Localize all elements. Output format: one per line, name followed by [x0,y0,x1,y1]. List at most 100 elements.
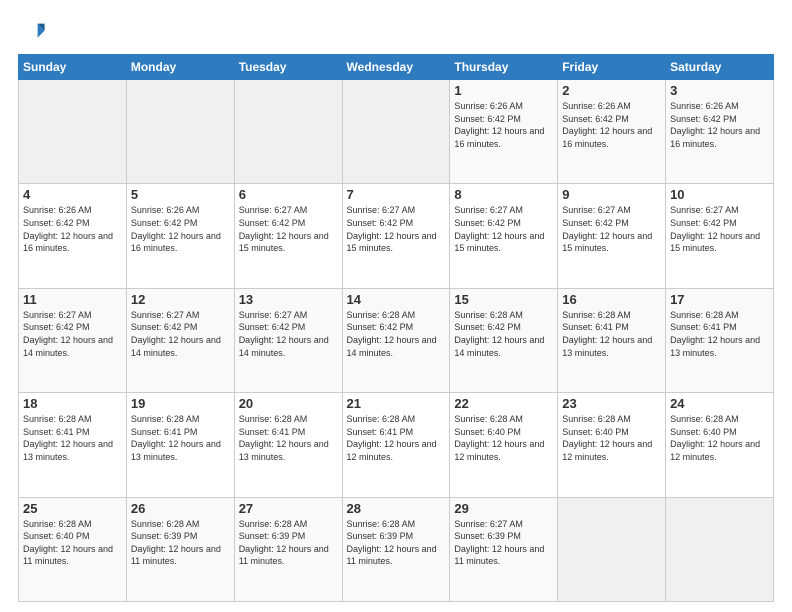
day-info: Sunrise: 6:26 AM Sunset: 6:42 PM Dayligh… [454,100,553,150]
day-number: 4 [23,187,122,202]
day-number: 16 [562,292,661,307]
day-info: Sunrise: 6:28 AM Sunset: 6:41 PM Dayligh… [131,413,230,463]
day-number: 3 [670,83,769,98]
day-info: Sunrise: 6:28 AM Sunset: 6:41 PM Dayligh… [239,413,338,463]
calendar-cell: 13Sunrise: 6:27 AM Sunset: 6:42 PM Dayli… [234,288,342,392]
calendar-cell [558,497,666,601]
day-number: 19 [131,396,230,411]
calendar-cell: 9Sunrise: 6:27 AM Sunset: 6:42 PM Daylig… [558,184,666,288]
calendar-week-row: 4 Sunrise: 6:26 AM Sunset: 6:42 PM Daylig… [19,184,774,288]
day-info: Sunrise: 6:28 AM Sunset: 6:40 PM Dayligh… [562,413,661,463]
day-info: Sunrise: 6:27 AM Sunset: 6:42 PM Dayligh… [454,204,553,254]
calendar-cell [234,80,342,184]
calendar-cell: 25Sunrise: 6:28 AM Sunset: 6:40 PM Dayli… [19,497,127,601]
day-info: Sunrise: 6:28 AM Sunset: 6:39 PM Dayligh… [347,518,446,568]
day-info: Sunrise: 6:28 AM Sunset: 6:40 PM Dayligh… [454,413,553,463]
calendar-cell: 29 Sunrise: 6:27 AM Sunset: 6:39 PM Dayli… [450,497,558,601]
day-info: Sunrise: 6:26 AM Sunset: 6:42 PM Dayligh… [23,204,122,254]
day-info: Sunrise: 6:27 AM Sunset: 6:42 PM Dayligh… [23,309,122,359]
day-info: Sunrise: 6:27 AM Sunset: 6:39 PM Dayligh… [454,518,553,568]
day-number: 7 [347,187,446,202]
day-number: 5 [131,187,230,202]
calendar-header-sunday: Sunday [19,55,127,80]
day-info: Sunrise: 6:28 AM Sunset: 6:41 PM Dayligh… [562,309,661,359]
calendar-cell [666,497,774,601]
calendar-header-row: SundayMondayTuesdayWednesdayThursdayFrid… [19,55,774,80]
day-info: Sunrise: 6:26 AM Sunset: 6:42 PM Dayligh… [131,204,230,254]
logo [18,18,50,46]
day-number: 26 [131,501,230,516]
day-number: 23 [562,396,661,411]
day-info: Sunrise: 6:28 AM Sunset: 6:39 PM Dayligh… [239,518,338,568]
calendar-cell: 15 Sunrise: 6:28 AM Sunset: 6:42 PM Dayli… [450,288,558,392]
calendar-cell: 17 Sunrise: 6:28 AM Sunset: 6:41 PM Dayli… [666,288,774,392]
generalblue-icon [18,18,46,46]
day-info: Sunrise: 6:28 AM Sunset: 6:41 PM Dayligh… [347,413,446,463]
calendar-cell: 26 Sunrise: 6:28 AM Sunset: 6:39 PM Dayli… [126,497,234,601]
calendar-header-friday: Friday [558,55,666,80]
calendar-header-wednesday: Wednesday [342,55,450,80]
day-info: Sunrise: 6:28 AM Sunset: 6:41 PM Dayligh… [670,309,769,359]
day-number: 6 [239,187,338,202]
day-info: Sunrise: 6:27 AM Sunset: 6:42 PM Dayligh… [131,309,230,359]
day-info: Sunrise: 6:28 AM Sunset: 6:42 PM Dayligh… [454,309,553,359]
day-number: 24 [670,396,769,411]
calendar-cell: 21 Sunrise: 6:28 AM Sunset: 6:41 PM Dayli… [342,393,450,497]
day-number: 29 [454,501,553,516]
day-info: Sunrise: 6:27 AM Sunset: 6:42 PM Dayligh… [562,204,661,254]
day-info: Sunrise: 6:28 AM Sunset: 6:41 PM Dayligh… [23,413,122,463]
day-info: Sunrise: 6:26 AM Sunset: 6:42 PM Dayligh… [562,100,661,150]
calendar-cell: 27 Sunrise: 6:28 AM Sunset: 6:39 PM Dayli… [234,497,342,601]
page: SundayMondayTuesdayWednesdayThursdayFrid… [0,0,792,612]
calendar-header-saturday: Saturday [666,55,774,80]
calendar-cell: 4 Sunrise: 6:26 AM Sunset: 6:42 PM Daylig… [19,184,127,288]
calendar-week-row: 18 Sunrise: 6:28 AM Sunset: 6:41 PM Dayli… [19,393,774,497]
day-number: 11 [23,292,122,307]
calendar-cell: 2 Sunrise: 6:26 AM Sunset: 6:42 PM Daylig… [558,80,666,184]
day-number: 21 [347,396,446,411]
day-number: 1 [454,83,553,98]
calendar-cell: 20 Sunrise: 6:28 AM Sunset: 6:41 PM Dayli… [234,393,342,497]
calendar-cell: 18 Sunrise: 6:28 AM Sunset: 6:41 PM Dayli… [19,393,127,497]
calendar-cell: 14 Sunrise: 6:28 AM Sunset: 6:42 PM Dayli… [342,288,450,392]
day-info: Sunrise: 6:28 AM Sunset: 6:39 PM Dayligh… [131,518,230,568]
calendar-header-monday: Monday [126,55,234,80]
day-info: Sunrise: 6:28 AM Sunset: 6:42 PM Dayligh… [347,309,446,359]
day-number: 25 [23,501,122,516]
calendar-cell: 12Sunrise: 6:27 AM Sunset: 6:42 PM Dayli… [126,288,234,392]
calendar-cell: 6 Sunrise: 6:27 AM Sunset: 6:42 PM Daylig… [234,184,342,288]
header [18,18,774,46]
day-number: 27 [239,501,338,516]
day-number: 10 [670,187,769,202]
calendar-week-row: 1 Sunrise: 6:26 AM Sunset: 6:42 PM Daylig… [19,80,774,184]
calendar-cell: 22Sunrise: 6:28 AM Sunset: 6:40 PM Dayli… [450,393,558,497]
calendar-cell: 1 Sunrise: 6:26 AM Sunset: 6:42 PM Daylig… [450,80,558,184]
day-info: Sunrise: 6:27 AM Sunset: 6:42 PM Dayligh… [239,204,338,254]
day-info: Sunrise: 6:27 AM Sunset: 6:42 PM Dayligh… [239,309,338,359]
calendar-cell: 16 Sunrise: 6:28 AM Sunset: 6:41 PM Dayli… [558,288,666,392]
calendar-cell [342,80,450,184]
calendar-header-thursday: Thursday [450,55,558,80]
calendar-header-tuesday: Tuesday [234,55,342,80]
day-number: 20 [239,396,338,411]
day-info: Sunrise: 6:27 AM Sunset: 6:42 PM Dayligh… [670,204,769,254]
day-info: Sunrise: 6:26 AM Sunset: 6:42 PM Dayligh… [670,100,769,150]
calendar-cell: 28 Sunrise: 6:28 AM Sunset: 6:39 PM Dayli… [342,497,450,601]
day-number: 18 [23,396,122,411]
calendar-cell [19,80,127,184]
calendar-cell: 11 Sunrise: 6:27 AM Sunset: 6:42 PM Dayli… [19,288,127,392]
day-info: Sunrise: 6:28 AM Sunset: 6:40 PM Dayligh… [670,413,769,463]
calendar-cell: 5 Sunrise: 6:26 AM Sunset: 6:42 PM Daylig… [126,184,234,288]
calendar-week-row: 25Sunrise: 6:28 AM Sunset: 6:40 PM Dayli… [19,497,774,601]
calendar-cell: 3 Sunrise: 6:26 AM Sunset: 6:42 PM Daylig… [666,80,774,184]
day-number: 17 [670,292,769,307]
calendar-cell [126,80,234,184]
calendar-cell: 23 Sunrise: 6:28 AM Sunset: 6:40 PM Dayli… [558,393,666,497]
day-number: 2 [562,83,661,98]
day-info: Sunrise: 6:27 AM Sunset: 6:42 PM Dayligh… [347,204,446,254]
calendar-table: SundayMondayTuesdayWednesdayThursdayFrid… [18,54,774,602]
day-number: 15 [454,292,553,307]
day-number: 28 [347,501,446,516]
calendar-cell: 10 Sunrise: 6:27 AM Sunset: 6:42 PM Dayli… [666,184,774,288]
day-number: 14 [347,292,446,307]
